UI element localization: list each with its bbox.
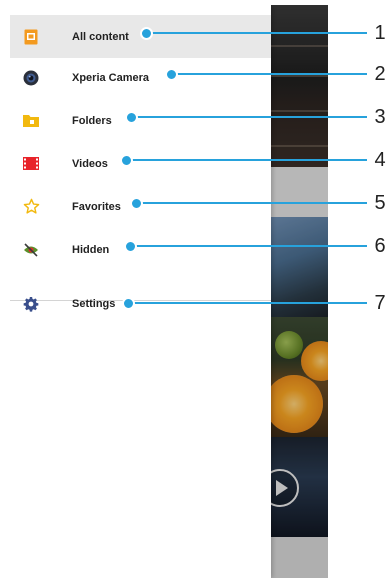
callout-dot [124,240,137,253]
callout-dot [122,297,135,310]
callout-dot [120,154,133,167]
callout-number: 1 [374,22,386,44]
gear-icon [22,295,40,313]
callout-line [170,73,367,75]
callout-line [130,116,367,118]
hidden-eye-icon [22,241,40,259]
page: All content Xperia Camera Folders Videos… [0,0,391,578]
callout-number: 6 [374,235,386,257]
folder-icon [22,112,40,130]
callout-number: 4 [374,149,386,171]
drawer-item-folders[interactable]: Folders [10,99,271,142]
video-icon [22,155,40,173]
callout-number: 2 [374,63,386,85]
star-icon [22,198,40,216]
drawer-item-videos[interactable]: Videos [10,142,271,185]
callout-line [135,202,367,204]
camera-icon [22,69,40,87]
drawer-item-label: Xperia Camera [72,71,150,84]
drawer-item-label: Folders [72,114,112,127]
all-content-icon [22,28,40,46]
drawer-item-xperia-camera[interactable]: Xperia Camera [10,56,271,99]
drawer-item-label: Videos [72,157,108,170]
callout-number: 3 [374,106,386,128]
callout-number: 5 [374,192,386,214]
phone-screen: All content Xperia Camera Folders Videos… [10,5,328,578]
drawer-item-label: Settings [72,297,116,310]
callout-line [127,302,367,304]
scrim[interactable] [271,5,328,578]
callout-line [125,159,367,161]
navigation-drawer: All content Xperia Camera Folders Videos… [10,5,271,578]
drawer-item-hidden[interactable]: Hidden [10,228,271,271]
callout-line [145,32,367,34]
drawer-item-label: All content [72,30,129,43]
callout-number: 7 [374,292,386,314]
callout-dot [130,197,143,210]
callout-dot [165,68,178,81]
callout-line [129,245,367,247]
drawer-item-label: Hidden [72,243,110,256]
callout-dot [140,27,153,40]
drawer-item-label: Favorites [72,200,121,213]
callout-dot [125,111,138,124]
